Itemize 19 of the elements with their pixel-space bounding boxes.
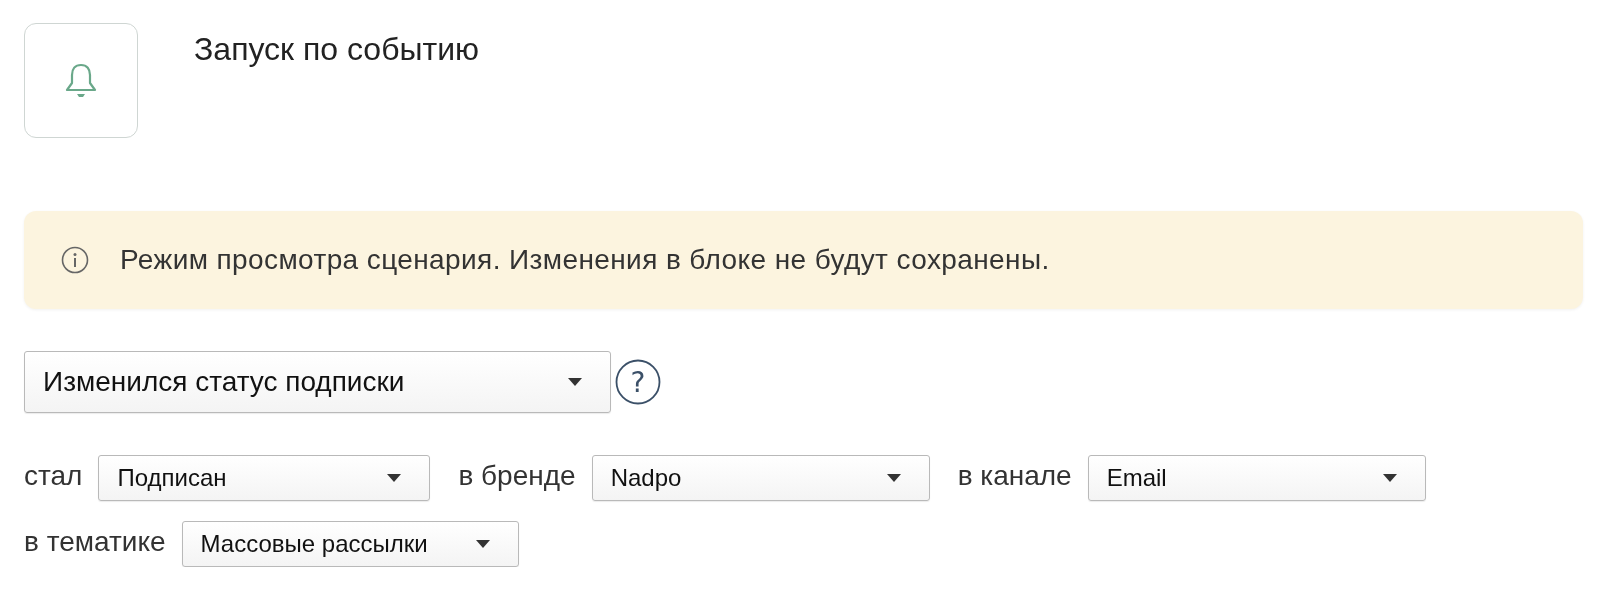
- condition-label: в тематике: [24, 526, 166, 558]
- dropdown-select[interactable]: Массовые рассылки: [181, 521, 519, 567]
- condition-label: в канале: [957, 460, 1072, 492]
- caret-icon: [568, 378, 582, 386]
- dropdown-select[interactable]: Изменился статус подписки: [24, 351, 611, 413]
- bell-icon: [64, 61, 98, 100]
- dropdown-select[interactable]: Nadpo: [591, 455, 930, 501]
- condition-label: стал: [24, 460, 83, 492]
- notice-text: Режим просмотра сценария. Изменения в блоке не будут сохранены.: [120, 244, 1050, 276]
- dropdown-select[interactable]: Подписан: [98, 455, 431, 501]
- trigger-title: Запуск по событию: [194, 31, 479, 68]
- caret-icon: [886, 474, 901, 482]
- help-icon[interactable]: ?: [615, 359, 661, 405]
- condition-label: в бренде: [458, 460, 576, 492]
- caret-icon: [475, 540, 490, 548]
- dropdown-select[interactable]: Email: [1087, 455, 1426, 501]
- caret-icon: [387, 474, 402, 482]
- caret-icon: [1382, 474, 1397, 482]
- info-icon: [60, 245, 90, 275]
